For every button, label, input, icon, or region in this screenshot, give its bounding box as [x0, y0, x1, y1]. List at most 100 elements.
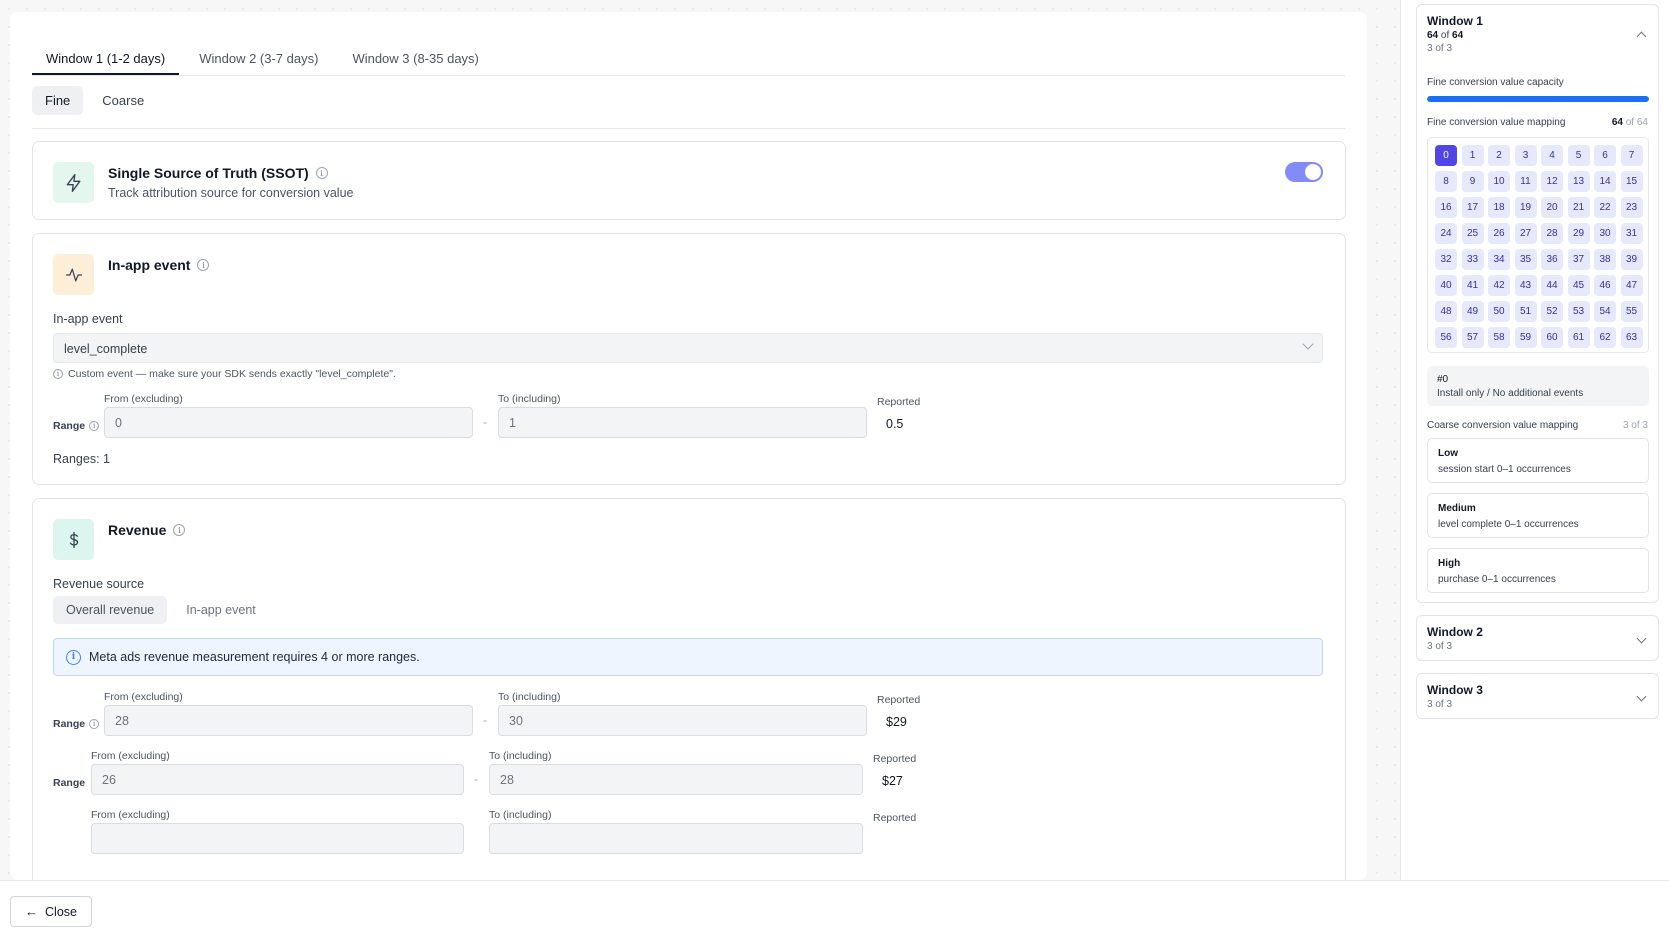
conversion-value-cell[interactable]: 21 [1567, 197, 1590, 218]
conversion-value-cell[interactable]: 25 [1461, 223, 1484, 244]
overall-revenue-button[interactable]: Overall revenue [53, 596, 168, 624]
conversion-value-cell[interactable]: 47 [1620, 275, 1643, 296]
conversion-value-cell[interactable]: 42 [1488, 275, 1510, 296]
conversion-value-cell[interactable]: 55 [1620, 301, 1643, 322]
conversion-value-cell[interactable]: 22 [1594, 197, 1616, 218]
conversion-value-cell[interactable]: 11 [1514, 171, 1537, 192]
revenue-from-input[interactable] [91, 823, 464, 854]
conversion-value-cell[interactable]: 19 [1514, 197, 1537, 218]
coarse-item-high[interactable]: High purchase 0–1 occurrences [1427, 548, 1649, 593]
conversion-value-cell[interactable]: 37 [1567, 249, 1590, 270]
conversion-value-cell[interactable]: 17 [1461, 197, 1484, 218]
conversion-value-cell[interactable]: 52 [1541, 301, 1563, 322]
conversion-value-cell[interactable]: 9 [1461, 171, 1484, 192]
info-icon[interactable]: i [89, 719, 100, 729]
window-2-panel[interactable]: Window 2 3 of 3 [1416, 615, 1659, 661]
event-to-input[interactable]: 1 [498, 407, 867, 438]
conversion-value-cell[interactable]: 20 [1541, 197, 1563, 218]
conversion-value-cell[interactable]: 27 [1514, 223, 1537, 244]
conversion-value-cell[interactable]: 2 [1488, 145, 1510, 166]
close-button[interactable]: ← Close [10, 896, 92, 927]
revenue-to-input[interactable]: 28 [489, 764, 863, 795]
conversion-value-cell[interactable]: 33 [1461, 249, 1484, 270]
conversion-value-cell[interactable]: 26 [1488, 223, 1510, 244]
conversion-value-cell[interactable]: 18 [1488, 197, 1510, 218]
conversion-value-cell[interactable]: 50 [1488, 301, 1510, 322]
coarse-item-low[interactable]: Low session start 0–1 occurrences [1427, 438, 1649, 483]
tab-window-3[interactable]: Window 3 (8-35 days) [338, 38, 492, 75]
conversion-value-cell[interactable]: 28 [1541, 223, 1563, 244]
conversion-value-cell[interactable]: 46 [1594, 275, 1616, 296]
conversion-value-cell[interactable]: 62 [1594, 327, 1616, 348]
tab-window-2[interactable]: Window 2 (3-7 days) [185, 38, 332, 75]
info-icon[interactable]: i [173, 524, 186, 536]
conversion-value-cell[interactable]: 3 [1514, 145, 1537, 166]
conversion-value-cell[interactable]: 35 [1514, 249, 1537, 270]
in-app-event-button[interactable]: In-app event [173, 596, 269, 624]
conversion-value-cell[interactable]: 32 [1435, 249, 1457, 270]
info-icon[interactable]: i [89, 421, 100, 431]
conversion-value-cell[interactable]: 23 [1620, 197, 1643, 218]
conversion-value-cell[interactable]: 57 [1461, 327, 1484, 348]
conversion-value-cell[interactable]: 16 [1435, 197, 1457, 218]
conversion-value-cell[interactable]: 43 [1514, 275, 1537, 296]
conversion-value-cell[interactable]: 24 [1435, 223, 1457, 244]
revenue-from-input[interactable]: 28 [104, 705, 473, 736]
conversion-value-cell[interactable]: 49 [1461, 301, 1484, 322]
conversion-value-cell[interactable]: 59 [1514, 327, 1537, 348]
conversion-value-cell[interactable]: 1 [1461, 145, 1484, 166]
info-icon[interactable]: i [197, 259, 210, 271]
conversion-value-cell[interactable]: 31 [1620, 223, 1643, 244]
conversion-value-cell[interactable]: 14 [1594, 171, 1616, 192]
conversion-value-cell[interactable]: 48 [1435, 301, 1457, 322]
coarse-button[interactable]: Coarse [89, 86, 157, 115]
capacity-fill [1427, 96, 1649, 102]
conversion-value-cell[interactable]: 0 [1435, 145, 1457, 166]
revenue-to-input[interactable]: 30 [498, 705, 867, 736]
tab-window-1[interactable]: Window 1 (1-2 days) [32, 38, 180, 75]
conversion-value-cell[interactable]: 58 [1488, 327, 1510, 348]
in-app-event-select[interactable]: level_complete [53, 333, 1323, 363]
window-3-panel[interactable]: Window 3 3 of 3 [1416, 673, 1659, 719]
conversion-value-cell[interactable]: 39 [1620, 249, 1643, 270]
conversion-value-cell[interactable]: 63 [1620, 327, 1643, 348]
conversion-value-cell[interactable]: 45 [1567, 275, 1590, 296]
info-icon[interactable]: i [315, 167, 328, 179]
conversion-value-cell[interactable]: 12 [1541, 171, 1563, 192]
conversion-value-cell[interactable]: 56 [1435, 327, 1457, 348]
conversion-value-cell[interactable]: 15 [1620, 171, 1643, 192]
selected-desc: Install only / No additional events [1437, 388, 1584, 399]
conversion-value-cell[interactable]: 41 [1461, 275, 1484, 296]
conversion-value-cell[interactable]: 34 [1488, 249, 1510, 270]
window-1-panel: Window 1 64 of 64 3 of 3 Fine conversion… [1416, 4, 1659, 603]
from-label: From (excluding) [104, 393, 183, 405]
conversion-value-cell[interactable]: 10 [1488, 171, 1510, 192]
chevron-up-icon[interactable] [1636, 31, 1647, 42]
conversion-value-cell[interactable]: 61 [1567, 327, 1590, 348]
chevron-down-icon[interactable] [1636, 691, 1647, 702]
conversion-value-cell[interactable]: 36 [1541, 249, 1563, 270]
fine-button[interactable]: Fine [32, 86, 84, 115]
conversion-value-cell[interactable]: 8 [1435, 171, 1457, 192]
conversion-value-cell[interactable]: 4 [1541, 145, 1563, 166]
revenue-from-input[interactable]: 26 [91, 764, 464, 795]
revenue-to-input[interactable] [489, 823, 863, 854]
conversion-value-cell[interactable]: 44 [1541, 275, 1563, 296]
conversion-value-cell[interactable]: 7 [1620, 145, 1643, 166]
conversion-value-cell[interactable]: 40 [1435, 275, 1457, 296]
conversion-value-cell[interactable]: 13 [1567, 171, 1590, 192]
conversion-value-cell[interactable]: 5 [1567, 145, 1590, 166]
conversion-value-cell[interactable]: 38 [1594, 249, 1616, 270]
chevron-down-icon[interactable] [1636, 633, 1647, 644]
conversion-value-cell[interactable]: 60 [1541, 327, 1563, 348]
conversion-value-cell[interactable]: 29 [1567, 223, 1590, 244]
event-from-input[interactable]: 0 [104, 407, 473, 438]
revenue-title-text: Revenue [108, 522, 167, 538]
conversion-value-cell[interactable]: 53 [1567, 301, 1590, 322]
coarse-item-medium[interactable]: Medium level complete 0–1 occurrences [1427, 493, 1649, 538]
conversion-value-cell[interactable]: 54 [1594, 301, 1616, 322]
conversion-value-cell[interactable]: 6 [1594, 145, 1616, 166]
ssot-toggle[interactable] [1285, 162, 1323, 182]
conversion-value-cell[interactable]: 30 [1594, 223, 1616, 244]
conversion-value-cell[interactable]: 51 [1514, 301, 1537, 322]
